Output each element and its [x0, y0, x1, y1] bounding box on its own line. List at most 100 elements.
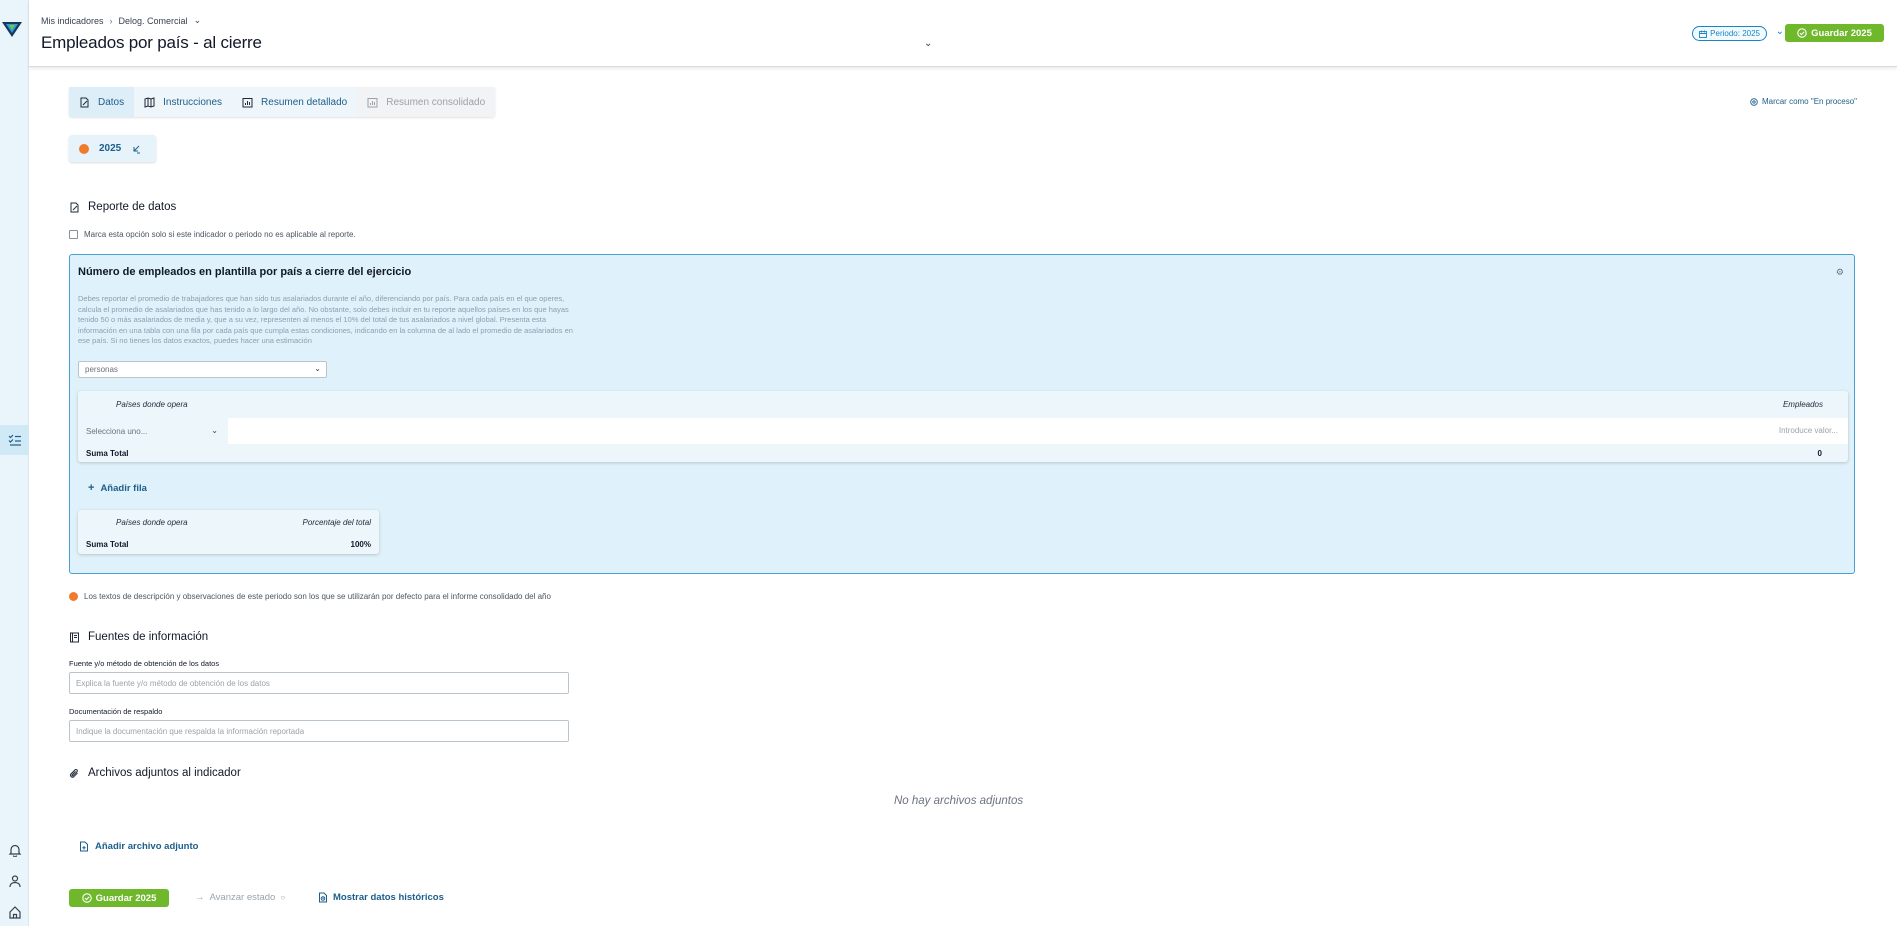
not-applicable-checkbox[interactable]	[69, 230, 78, 239]
tab-label: Datos	[98, 96, 125, 108]
employees-value-input[interactable]: Introduce valor...	[1779, 426, 1838, 435]
documentation-input[interactable]: Indique la documentación que respalda la…	[69, 720, 569, 742]
settings-icon[interactable]: ⚙	[1836, 267, 1844, 278]
indicators-nav-button[interactable]	[0, 425, 29, 455]
advance-state-label: Avanzar estado	[209, 892, 276, 903]
indicator-panel: Número de empleados en plantilla por paí…	[69, 254, 1855, 574]
column-header-employees: Empleados	[1782, 400, 1823, 409]
no-attachments-message: No hay archivos adjuntos	[894, 795, 1024, 807]
total-percent-value: 100%	[350, 540, 371, 549]
save-button-label: Guardar 2025	[1811, 27, 1872, 39]
section-title-label: Reporte de datos	[88, 201, 177, 213]
breadcrumb-root[interactable]: Mis indicadores	[41, 16, 104, 26]
tab-label: Resumen consolidado	[386, 96, 486, 108]
country-select[interactable]: Selecciona uno... ⌄	[78, 418, 228, 444]
file-plus-icon	[80, 841, 88, 852]
not-applicable-checkbox-row[interactable]: Marca esta opción solo si este indicador…	[69, 230, 356, 239]
tab-resumen-consolidado[interactable]: Resumen consolidado	[357, 87, 496, 117]
arrow-right-icon: →	[195, 892, 205, 903]
plus-icon: +	[88, 482, 95, 494]
chevron-right-icon: ›	[109, 15, 113, 26]
column-header-country: Países donde opera	[116, 400, 188, 409]
check-circle-icon	[1797, 28, 1807, 38]
notifications-button[interactable]	[0, 835, 29, 865]
target-icon	[1750, 97, 1758, 106]
book-icon	[70, 632, 79, 642]
section-title-label: Fuentes de información	[88, 631, 209, 643]
unit-select-value: personas	[85, 365, 118, 374]
indicator-description: Debes reportar el promedio de trabajador…	[78, 294, 573, 345]
home-button[interactable]	[0, 897, 29, 926]
breadcrumb: Mis indicadores › Delog. Comercial ⌄	[41, 15, 201, 26]
warning-dot-icon	[69, 592, 78, 601]
checklist-icon	[8, 434, 21, 446]
edit-document-icon	[80, 97, 89, 107]
profile-button[interactable]	[0, 866, 29, 896]
user-icon	[8, 875, 21, 888]
period-label: Periodo: 2025	[1710, 29, 1760, 38]
title-chevron-down-icon[interactable]: ⌄	[924, 38, 932, 49]
column-header-country: Países donde opera	[116, 518, 188, 527]
map-icon	[144, 96, 155, 108]
mark-in-process-link[interactable]: Marcar como "En proceso"	[1750, 97, 1857, 106]
left-rail	[0, 0, 29, 926]
breadcrumb-current[interactable]: Delog. Comercial	[119, 16, 188, 26]
total-value: 0	[1817, 449, 1822, 458]
section-title-label: Archivos adjuntos al indicador	[88, 767, 241, 779]
arrow-down-left-icon	[133, 145, 141, 153]
top-header: Mis indicadores › Delog. Comercial ⌄ Emp…	[29, 0, 1897, 67]
sources-section-title: Fuentes de información	[69, 631, 208, 643]
show-history-label: Mostrar datos históricos	[333, 892, 444, 903]
source-method-input[interactable]: Explica la fuente y/o método de obtenció…	[69, 672, 569, 694]
add-attachment-button[interactable]: Añadir archivo adjunto	[79, 841, 198, 852]
save-button[interactable]: Guardar 2025	[1785, 24, 1884, 42]
chevron-down-icon: ⌄	[211, 426, 218, 435]
source-field-label: Fuente y/o método de obtención de los da…	[69, 659, 220, 668]
add-row-label: Añadir fila	[100, 482, 147, 494]
tab-bar: Datos Instrucciones Resumen detallado Re…	[69, 87, 496, 117]
year-label: 2025	[99, 143, 122, 154]
country-select-placeholder: Selecciona uno...	[86, 426, 148, 436]
documentation-field-label: Documentación de respaldo	[69, 707, 163, 716]
report-icon	[367, 97, 378, 107]
tab-instrucciones[interactable]: Instrucciones	[134, 87, 232, 117]
calendar-icon	[1699, 30, 1708, 38]
attachments-section-title: Archivos adjuntos al indicador	[69, 767, 241, 779]
period-selector[interactable]: Periodo: 2025	[1692, 26, 1767, 41]
table-row: Selecciona uno... ⌄ Introduce valor...	[78, 418, 1848, 444]
save-bottom-button[interactable]: Guardar 2025	[69, 889, 169, 907]
add-row-button[interactable]: + Añadir fila	[88, 482, 147, 494]
chevron-down-icon: ⌄	[314, 364, 321, 373]
page-title: Empleados por país - al cierre	[41, 33, 262, 52]
report-chart-icon	[242, 97, 253, 107]
chevron-down-icon[interactable]: ⌄	[194, 15, 202, 26]
loading-circle-icon: ○	[280, 893, 286, 902]
paperclip-icon	[70, 768, 78, 778]
year-chip[interactable]: 2025	[69, 135, 156, 162]
total-label: Suma Total	[86, 540, 129, 549]
info-note: Los textos de descripción y observacione…	[69, 592, 551, 601]
column-header-percent: Porcentaje del total	[302, 518, 372, 527]
tab-label: Resumen detallado	[261, 96, 348, 108]
app-logo-icon[interactable]	[2, 20, 22, 38]
unit-select[interactable]: personas ⌄	[78, 361, 327, 378]
tab-resumen-detallado[interactable]: Resumen detallado	[232, 87, 357, 117]
save-button-label: Guardar 2025	[95, 892, 157, 904]
check-circle-icon	[81, 893, 92, 903]
tab-datos[interactable]: Datos	[69, 87, 135, 117]
employees-table: Países donde opera Empleados Selecciona …	[78, 391, 1848, 462]
bell-icon	[8, 844, 21, 857]
warning-dot-icon	[79, 143, 89, 154]
mark-in-process-label: Marcar como "En proceso"	[1761, 97, 1857, 106]
add-attachment-label: Añadir archivo adjunto	[95, 841, 199, 852]
tab-label: Instrucciones	[163, 96, 223, 108]
info-note-text: Los textos de descripción y observacione…	[84, 592, 551, 601]
indicator-title: Número de empleados en plantilla por paí…	[78, 266, 412, 278]
show-history-button[interactable]: Mostrar datos históricos	[318, 892, 444, 903]
percentage-table: Países donde opera Porcentaje del total …	[78, 510, 379, 554]
edit-document-icon	[70, 202, 79, 212]
advance-state-button[interactable]: → Avanzar estado ○	[195, 892, 285, 903]
home-icon	[8, 906, 21, 919]
report-section-title: Reporte de datos	[69, 201, 176, 213]
period-chevron-down-icon[interactable]: ⌄	[1776, 26, 1784, 37]
